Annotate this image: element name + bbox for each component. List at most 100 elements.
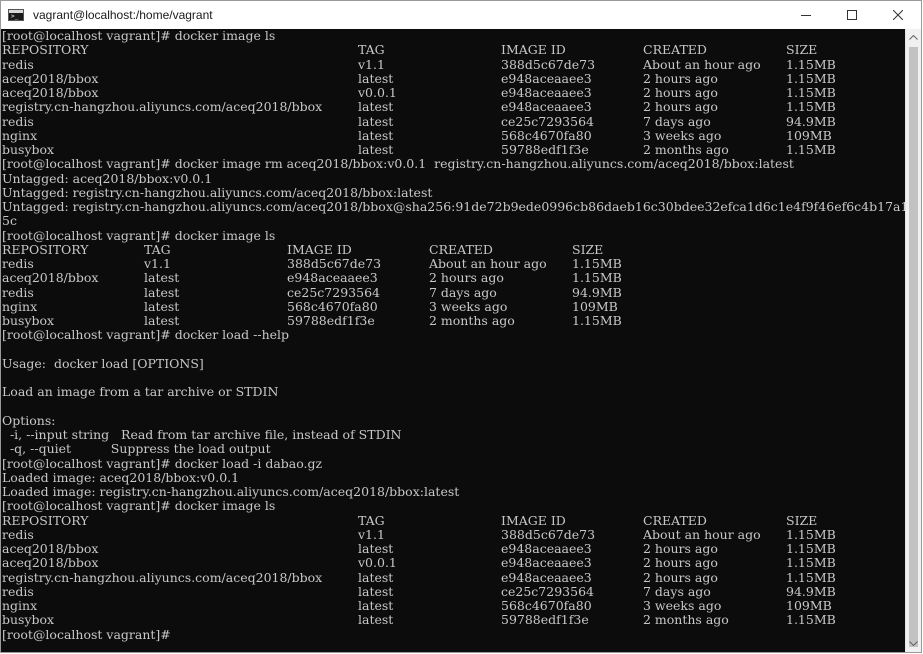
table-cell: e948aceaaee3 bbox=[501, 99, 592, 115]
console-line: [root@localhost vagrant]# bbox=[2, 626, 171, 642]
table-cell: 568c4670fa80 bbox=[501, 598, 592, 613]
maximize-button[interactable] bbox=[829, 1, 875, 29]
table-cell: latest bbox=[358, 598, 394, 613]
table-cell: 7 days ago bbox=[643, 113, 711, 129]
table-cell: aceq2018/bbox bbox=[2, 70, 99, 86]
table-cell: CREATED bbox=[643, 512, 707, 528]
table-cell: 1.15MB bbox=[786, 555, 836, 571]
table-row: nginx latest 568c4670fa80 3 weeks ago 109MB bbox=[1, 298, 906, 314]
table-cell: redis bbox=[2, 113, 34, 129]
table-cell: 1.15MB bbox=[572, 313, 622, 328]
table-row: aceq2018/bbox latest e948aceaaee3 2 hours a… bbox=[1, 70, 906, 86]
table-cell: SIZE bbox=[786, 512, 818, 528]
table-cell: v1.1 bbox=[358, 56, 385, 72]
table-cell: 568c4670fa80 bbox=[501, 127, 592, 143]
table-cell: CREATED bbox=[643, 42, 707, 58]
table-row: aceq2018/bbox latest e948aceaaee3 2 hours a… bbox=[1, 270, 906, 286]
table-cell: redis bbox=[2, 583, 34, 599]
table-cell: 2 hours ago bbox=[643, 555, 718, 571]
console-line: [root@localhost vagrant]# docker image l… bbox=[2, 29, 276, 43]
table-row: aceq2018/bbox latest e948aceaaee3 2 hours a… bbox=[1, 541, 906, 556]
table-cell: CREATED bbox=[429, 241, 493, 257]
table-cell: aceq2018/bbox bbox=[2, 555, 99, 571]
scroll-down-button[interactable] bbox=[906, 635, 921, 652]
console-line: -q, --quiet Suppress the load output bbox=[2, 441, 271, 457]
table-row: redis latest ce25c7293564 7 days ago 94.9MB bbox=[1, 284, 906, 300]
table-cell: redis bbox=[2, 526, 34, 542]
console-line: Usage: docker load [OPTIONS] bbox=[2, 355, 204, 371]
table-row: redis latest ce25c7293564 7 days ago 94.9MB bbox=[1, 583, 906, 599]
table-cell: e948aceaaee3 bbox=[287, 270, 378, 286]
scrollbar-thumb[interactable] bbox=[909, 47, 918, 647]
table-cell: 1.15MB bbox=[786, 142, 836, 157]
table-cell: latest bbox=[358, 113, 394, 129]
table-cell: IMAGE ID bbox=[287, 241, 352, 257]
table-cell: TAG bbox=[358, 42, 385, 58]
title-bar[interactable]: >_ vagrant@localhost:/home/vagrant bbox=[1, 1, 921, 29]
table-cell: TAG bbox=[144, 241, 171, 257]
table-row: registry.cn-hangzhou.aliyuncs.com/aceq20… bbox=[1, 99, 906, 115]
minimize-button[interactable] bbox=[783, 1, 829, 29]
window-title: vagrant@localhost:/home/vagrant bbox=[33, 8, 213, 22]
table-cell: aceq2018/bbox bbox=[2, 270, 99, 286]
table-cell: 1.15MB bbox=[786, 56, 836, 72]
console-line: Options: bbox=[2, 412, 56, 428]
table-cell: SIZE bbox=[786, 42, 818, 58]
console-line: [root@localhost vagrant]# docker load --… bbox=[2, 327, 290, 343]
table-cell: About an hour ago bbox=[643, 526, 761, 542]
table-cell: e948aceaaee3 bbox=[501, 569, 592, 585]
table-row: REPOSITORY TAG IMAGE ID CREATED SIZE bbox=[1, 512, 906, 528]
table-cell: 94.9MB bbox=[786, 583, 836, 599]
table-cell: v1.1 bbox=[358, 526, 385, 542]
table-cell: latest bbox=[358, 569, 394, 585]
table-cell: 3 weeks ago bbox=[643, 127, 722, 143]
table-cell: 7 days ago bbox=[429, 284, 497, 300]
table-row: aceq2018/bbox v0.0.1 e948aceaaee3 2 hours a… bbox=[1, 85, 906, 100]
table-cell: 1.15MB bbox=[572, 270, 622, 286]
table-cell: redis bbox=[2, 256, 34, 271]
table-cell: busybox bbox=[2, 313, 55, 328]
table-cell: 2 hours ago bbox=[643, 99, 718, 115]
close-button[interactable] bbox=[875, 1, 921, 29]
table-cell: busybox bbox=[2, 612, 55, 628]
table-cell: latest bbox=[358, 612, 394, 628]
table-cell: 59788edf1f3e bbox=[501, 612, 589, 628]
console-line: Load an image from a tar archive or STDI… bbox=[2, 384, 279, 400]
table-cell: 1.15MB bbox=[786, 612, 836, 628]
scroll-up-button[interactable] bbox=[906, 29, 921, 46]
vertical-scrollbar[interactable] bbox=[905, 29, 921, 652]
table-cell: About an hour ago bbox=[643, 56, 761, 72]
table-cell: latest bbox=[358, 70, 394, 86]
table-cell: ce25c7293564 bbox=[501, 113, 594, 129]
table-cell: 2 hours ago bbox=[643, 569, 718, 585]
table-cell: 568c4670fa80 bbox=[287, 298, 378, 314]
table-row: redis v1.1 388d5c67de73 About an hour ago 1.… bbox=[1, 526, 906, 542]
table-cell: 3 weeks ago bbox=[429, 298, 508, 314]
terminal-output[interactable]: [root@localhost vagrant]# docker image l… bbox=[1, 29, 906, 652]
table-cell: 2 hours ago bbox=[643, 541, 718, 556]
table-cell: registry.cn-hangzhou.aliyuncs.com/aceq20… bbox=[2, 569, 323, 585]
table-cell: 2 months ago bbox=[643, 142, 729, 157]
table-row: redis latest ce25c7293564 7 days ago 94.9MB bbox=[1, 113, 906, 129]
table-cell: 1.15MB bbox=[786, 526, 836, 542]
table-cell: 1.15MB bbox=[786, 70, 836, 86]
table-cell: redis bbox=[2, 56, 34, 72]
table-cell: IMAGE ID bbox=[501, 512, 566, 528]
table-cell: v0.0.1 bbox=[358, 85, 397, 100]
table-cell: REPOSITORY bbox=[2, 42, 89, 58]
table-cell: 109MB bbox=[786, 598, 832, 613]
table-cell: aceq2018/bbox bbox=[2, 85, 99, 100]
table-cell: nginx bbox=[2, 127, 38, 143]
table-cell: 59788edf1f3e bbox=[287, 313, 375, 328]
table-cell: 7 days ago bbox=[643, 583, 711, 599]
table-cell: ce25c7293564 bbox=[501, 583, 594, 599]
terminal-icon: >_ bbox=[8, 9, 24, 21]
arrow-down-icon bbox=[909, 641, 918, 646]
table-cell: 109MB bbox=[786, 127, 832, 143]
table-cell: REPOSITORY bbox=[2, 512, 89, 528]
table-row: busybox latest 59788edf1f3e 2 months ago 1.1… bbox=[1, 612, 906, 628]
table-cell: ce25c7293564 bbox=[287, 284, 380, 300]
console-window: >_ vagrant@localhost:/home/vagrant [root bbox=[0, 0, 922, 653]
table-cell: latest bbox=[144, 298, 180, 314]
